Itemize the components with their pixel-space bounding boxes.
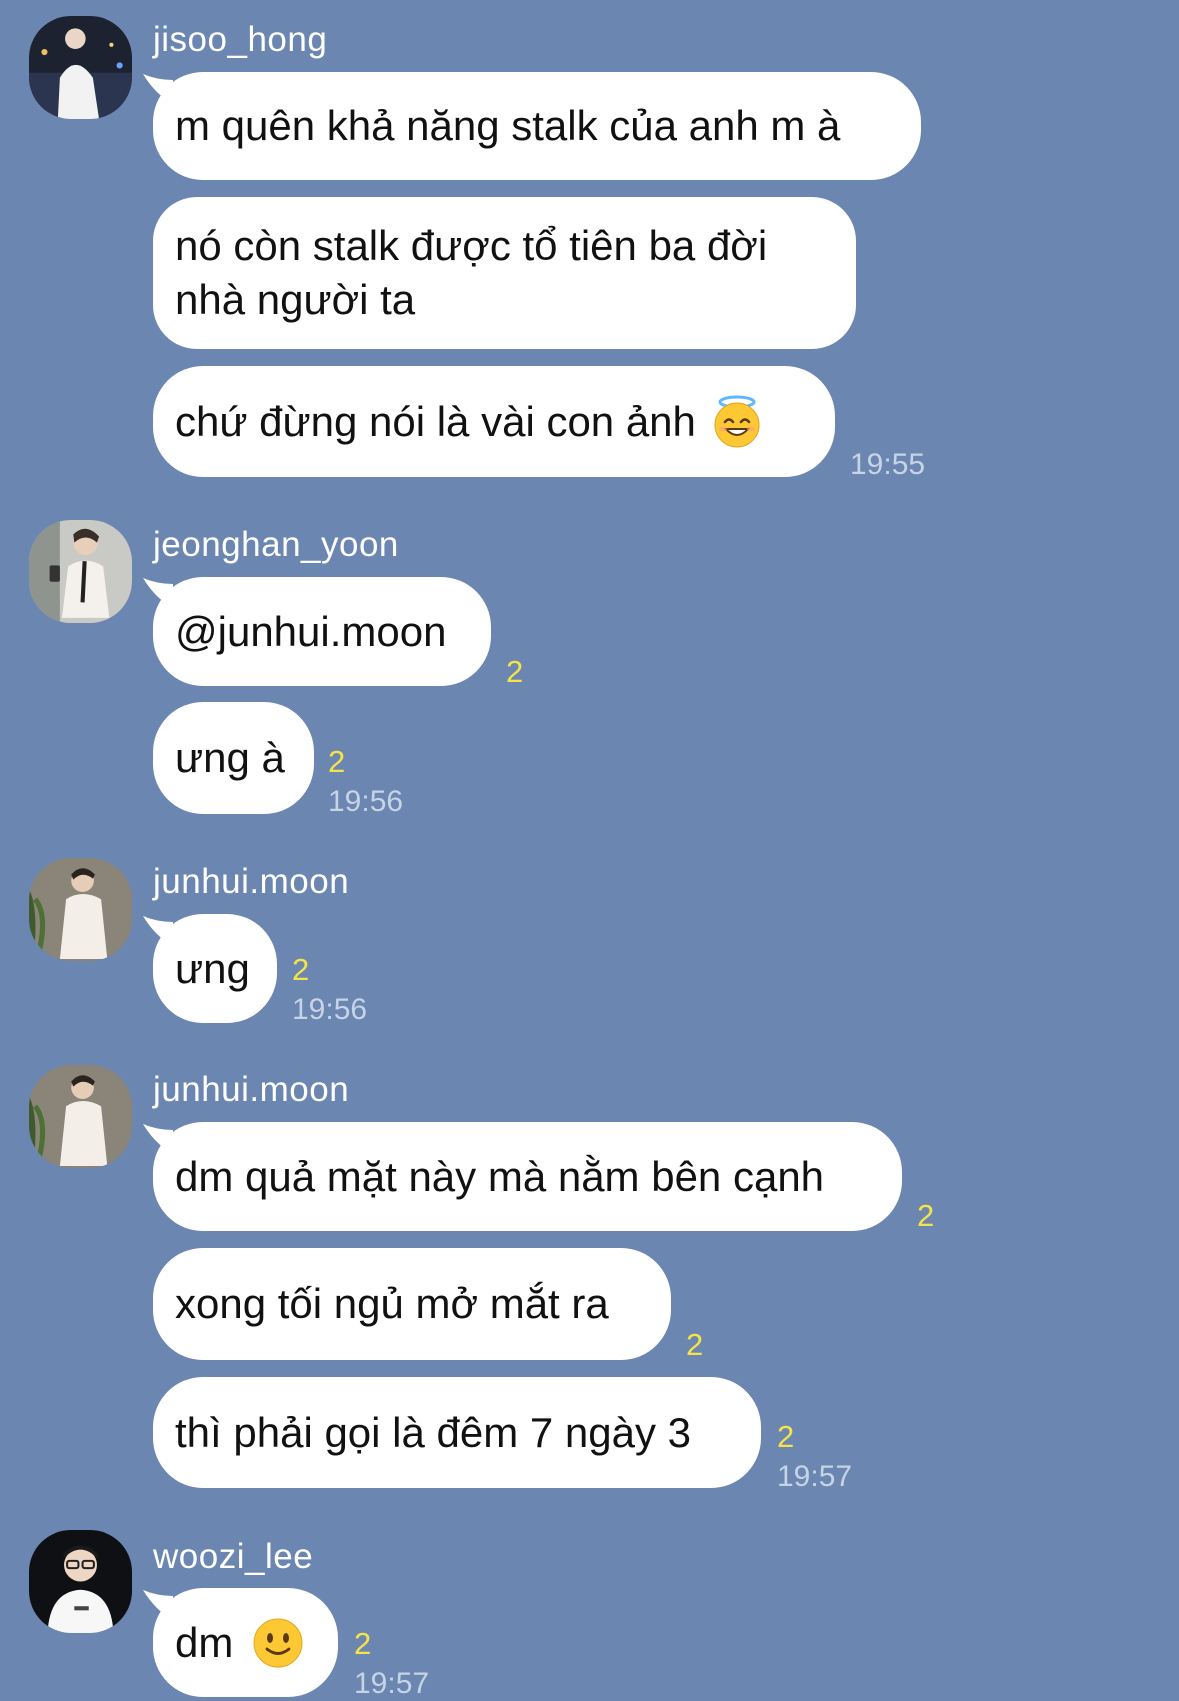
- avatar-photo: [29, 1530, 132, 1633]
- avatar-photo: [29, 1065, 132, 1168]
- message-text: thì phải gọi là đêm 7 ngày 3: [175, 1408, 692, 1456]
- message-text: dm: [175, 1618, 234, 1666]
- message-bubble[interactable]: ưng: [153, 914, 277, 1023]
- message-bubble[interactable]: @junhui.moon: [153, 577, 491, 686]
- read-count: 2: [506, 654, 524, 689]
- message-timestamp: 19:56: [328, 785, 404, 818]
- message-timestamp: 19:57: [777, 1460, 853, 1493]
- message-bubble[interactable]: ưng à: [153, 702, 314, 814]
- message-bubble[interactable]: thì phải gọi là đêm 7 ngày 3: [153, 1377, 761, 1488]
- avatar[interactable]: [29, 16, 132, 119]
- avatar[interactable]: [29, 1530, 132, 1633]
- sender-name: jeonghan_yoon: [153, 525, 399, 564]
- smiling-face-with-halo-icon: [710, 395, 764, 449]
- sender-name: junhui.moon: [153, 862, 350, 901]
- read-count: 2: [777, 1419, 795, 1454]
- message-text: m quên khả năng stalk của anh m à: [175, 102, 841, 149]
- message-bubble[interactable]: nó còn stalk được tổ tiên ba đời nhà ngư…: [153, 197, 856, 349]
- message-bubble[interactable]: dm quả mặt này mà nằm bên cạnh: [153, 1122, 902, 1231]
- message-text: chứ đừng nói là vài con ảnh: [175, 397, 696, 445]
- message-text: ưng à: [175, 734, 285, 781]
- read-count: 2: [686, 1327, 704, 1362]
- avatar[interactable]: [29, 1065, 132, 1168]
- avatar[interactable]: [29, 520, 132, 623]
- avatar-photo: [29, 858, 132, 961]
- message-bubble[interactable]: m quên khả năng stalk của anh m à: [153, 72, 921, 180]
- message-text: @junhui.moon: [175, 607, 447, 655]
- read-count: 2: [917, 1198, 935, 1233]
- avatar[interactable]: [29, 858, 132, 961]
- avatar-photo: [29, 16, 132, 119]
- read-count: 2: [292, 952, 310, 987]
- read-count: 2: [328, 744, 346, 779]
- avatar-photo: [29, 520, 132, 623]
- message-bubble[interactable]: xong tối ngủ mở mắt ra: [153, 1248, 671, 1360]
- read-count: 2: [354, 1626, 372, 1661]
- message-text: ưng: [175, 944, 250, 992]
- message-timestamp: 19:55: [850, 448, 926, 481]
- message-timestamp: 19:57: [354, 1667, 430, 1700]
- message-bubble[interactable]: dm: [153, 1588, 338, 1697]
- sender-name: jisoo_hong: [153, 20, 328, 59]
- message-text: xong tối ngủ mở mắt ra: [175, 1280, 609, 1327]
- sender-name: junhui.moon: [153, 1070, 350, 1109]
- message-text: nó còn stalk được tổ tiên ba đời nhà ngư…: [175, 222, 768, 323]
- message-bubble[interactable]: chứ đừng nói là vài con ảnh: [153, 366, 835, 477]
- sender-name: woozi_lee: [153, 1537, 314, 1576]
- message-text: dm quả mặt này mà nằm bên cạnh: [175, 1152, 825, 1200]
- slightly-smiling-face-icon: [251, 1616, 305, 1670]
- message-timestamp: 19:56: [292, 993, 368, 1026]
